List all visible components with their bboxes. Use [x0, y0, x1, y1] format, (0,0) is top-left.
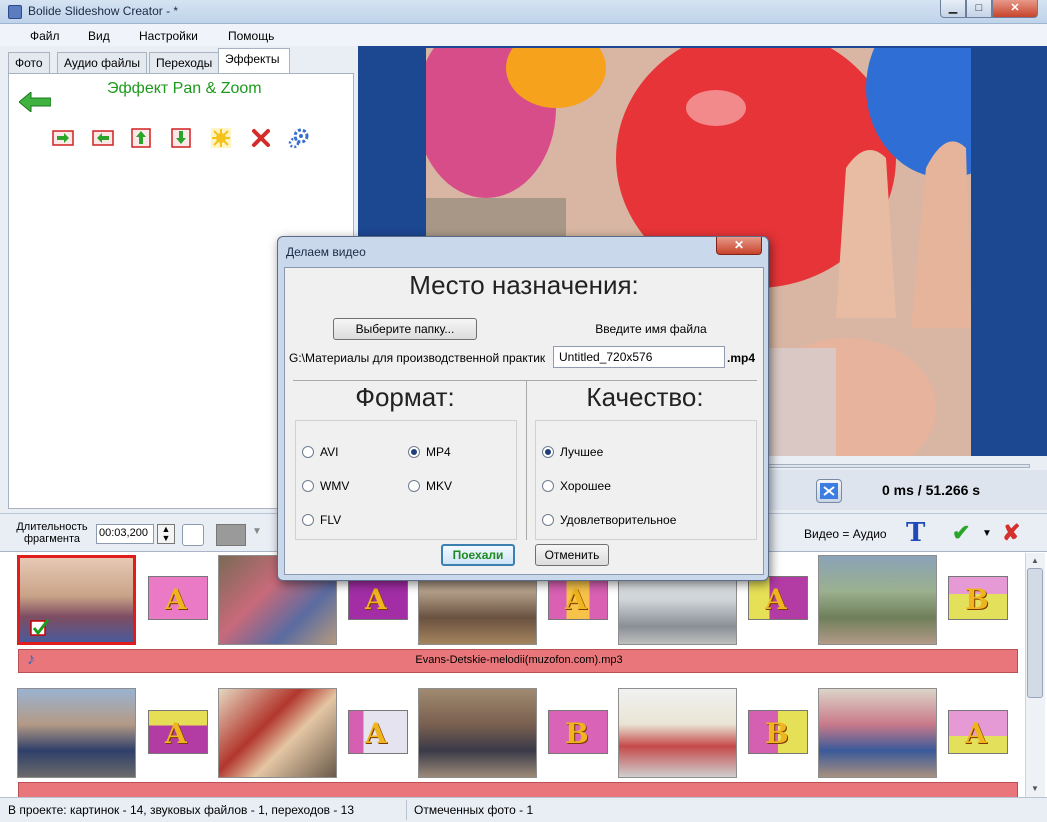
expand-icon: [820, 483, 838, 499]
cancel-button[interactable]: Отменить: [535, 544, 609, 566]
scroll-down-arrow[interactable]: ▼: [1028, 784, 1042, 793]
transition-thumbnail[interactable]: A: [948, 710, 1008, 754]
transition-thumbnail[interactable]: A: [748, 576, 808, 620]
tab-audio[interactable]: Аудио файлы: [57, 52, 148, 74]
duration-label: Длительность фрагмента: [16, 521, 88, 545]
checked-mark-icon: [30, 619, 50, 636]
filename-input[interactable]: Untitled_720x576: [553, 346, 725, 368]
duration-spinner[interactable]: ▲ ▼: [157, 524, 175, 544]
format-group: AVI MP4 WMV MKV FLV: [295, 420, 517, 540]
effect-title: Эффект Pan & Zoom: [107, 80, 262, 97]
radio-button[interactable]: [302, 514, 314, 526]
transition-thumbnail[interactable]: A: [348, 576, 408, 620]
dialog-body: Место назначения: Выберите папку... Введ…: [284, 267, 764, 575]
color-swatch[interactable]: [216, 524, 246, 546]
move-right-icon[interactable]: [51, 126, 75, 150]
quality-heading: Качество:: [586, 382, 704, 412]
time-readout: 0 ms / 51.266 s: [882, 482, 981, 498]
photo-thumbnail[interactable]: [818, 688, 937, 778]
transition-thumbnail[interactable]: B: [548, 710, 608, 754]
radio-button[interactable]: [302, 480, 314, 492]
title-bar: Bolide Slideshow Creator - * ▁ □ ✕: [0, 0, 1047, 24]
app-icon: [8, 5, 22, 19]
menu-bar: Файл Вид Настройки Помощь: [0, 24, 1047, 46]
delete-icon[interactable]: [249, 126, 273, 150]
radio-button[interactable]: [542, 514, 554, 526]
transition-thumbnail[interactable]: B: [948, 576, 1008, 620]
selected-photos-count: Отмеченных фото - 1: [414, 803, 534, 817]
audio-track-row2[interactable]: [18, 782, 1018, 798]
go-button[interactable]: Поехали: [441, 544, 515, 566]
radio-button[interactable]: [302, 446, 314, 458]
audio-track[interactable]: ♪ Evans-Detskie-melodii(muzofon.com).mp3: [18, 649, 1018, 673]
move-down-icon[interactable]: [169, 126, 193, 150]
quality-group: Лучшее Хорошее Удовлетворительное: [535, 420, 757, 540]
scrollbar-thumb[interactable]: [1027, 568, 1043, 698]
star-burst-icon[interactable]: [209, 126, 233, 150]
fullscreen-button[interactable]: [816, 479, 842, 503]
swatch-dropdown-arrow[interactable]: ▼: [252, 526, 262, 537]
photo-thumbnail[interactable]: [17, 688, 136, 778]
uncheck-icon[interactable]: ✘: [1002, 520, 1020, 546]
move-up-icon[interactable]: [129, 126, 153, 150]
section-divider: [293, 380, 757, 381]
file-extension: .mp4: [727, 351, 756, 365]
status-bar: В проекте: картинок - 14, звуковых файло…: [0, 797, 1047, 822]
format-heading: Формат:: [355, 382, 455, 412]
transition-thumbnail[interactable]: A: [148, 710, 208, 754]
settings-gear-icon[interactable]: [287, 126, 311, 150]
move-left-icon[interactable]: [91, 126, 115, 150]
project-summary: В проекте: картинок - 14, звуковых файло…: [8, 803, 355, 817]
radio-button-selected[interactable]: [542, 446, 554, 458]
check-dropdown-arrow[interactable]: ▼: [982, 528, 992, 539]
dialog-title: Делаем видео: [286, 245, 366, 259]
color-picker-button[interactable]: [182, 524, 204, 546]
back-arrow-icon[interactable]: [19, 92, 51, 112]
menu-settings[interactable]: Настройки: [139, 29, 198, 43]
transition-thumbnail[interactable]: A: [548, 576, 608, 620]
duration-input[interactable]: 00:03,200: [96, 524, 154, 544]
transition-thumbnail[interactable]: B: [748, 710, 808, 754]
photo-thumbnail[interactable]: [218, 688, 337, 778]
photo-thumbnail[interactable]: [17, 555, 136, 645]
destination-heading: Место назначения:: [409, 270, 639, 300]
minimize-button[interactable]: ▁: [940, 0, 966, 18]
photo-thumbnail[interactable]: [818, 555, 937, 645]
maximize-button[interactable]: □: [966, 0, 992, 18]
photo-thumbnail[interactable]: [418, 688, 537, 778]
radio-button-selected[interactable]: [408, 446, 420, 458]
video-audio-label: Видео = Аудио: [804, 527, 887, 541]
make-video-dialog: Делаем видео ✕ Место назначения: Выберит…: [277, 236, 769, 581]
tab-transitions[interactable]: Переходы: [149, 52, 220, 74]
radio-button[interactable]: [408, 480, 420, 492]
output-path: G:\Материалы для производственной практи…: [289, 351, 546, 365]
close-button[interactable]: ✕: [992, 0, 1038, 18]
status-divider: [406, 800, 407, 820]
radio-button[interactable]: [542, 480, 554, 492]
check-mark-icon[interactable]: ✔: [952, 520, 970, 546]
photo-thumbnail[interactable]: [618, 688, 737, 778]
scroll-up-arrow[interactable]: ▲: [1028, 556, 1042, 565]
window-title: Bolide Slideshow Creator - *: [28, 4, 179, 18]
transition-thumbnail[interactable]: A: [348, 710, 408, 754]
menu-view[interactable]: Вид: [88, 29, 110, 43]
transition-thumbnail[interactable]: A: [148, 576, 208, 620]
tab-photo[interactable]: Фото: [8, 52, 50, 74]
filename-label: Введите имя файла: [595, 322, 707, 336]
menu-file[interactable]: Файл: [30, 29, 60, 43]
menu-help[interactable]: Помощь: [228, 29, 274, 43]
tab-effects[interactable]: Эффекты: [218, 48, 290, 75]
storyboard: A A A A B ♪ Evans-Detskie-melodii(muzofo…: [0, 551, 1047, 798]
dialog-close-button[interactable]: ✕: [716, 237, 762, 255]
audio-track-name: Evans-Detskie-melodii(muzofon.com).mp3: [415, 654, 623, 666]
text-tool-icon[interactable]: T: [906, 518, 925, 548]
tab-strip: Фото Аудио файлы Переходы Эффекты: [8, 48, 354, 75]
choose-folder-button[interactable]: Выберите папку...: [333, 318, 477, 340]
